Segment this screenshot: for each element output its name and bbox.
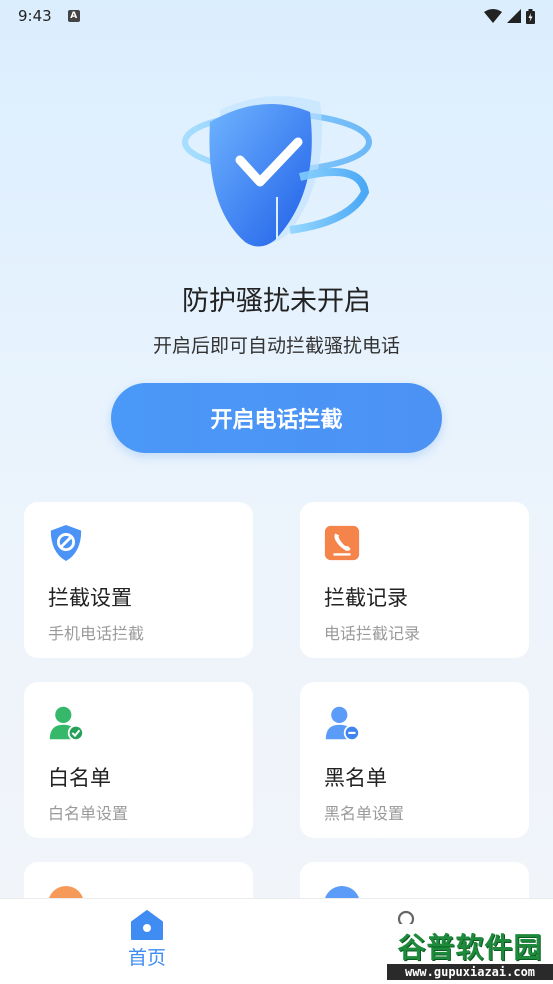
wifi-icon [484, 9, 502, 23]
card-blacklist[interactable]: 黑名单 黑名单设置 [300, 682, 529, 838]
nav-home[interactable]: 首页 [120, 909, 174, 970]
card-desc: 白名单设置 [48, 804, 129, 823]
phone-record-icon [324, 525, 360, 561]
card-whitelist[interactable]: 白名单 白名单设置 [24, 682, 253, 838]
card-block-settings[interactable]: 拦截设置 手机电话拦截 [24, 502, 253, 658]
shield-illustration [180, 82, 375, 257]
card-title: 白名单 [48, 766, 111, 790]
protection-status-title: 防护骚扰未开启 [182, 286, 371, 317]
watermark-url: www.gupuxiazai.com [387, 964, 553, 980]
card-block-records[interactable]: 拦截记录 电话拦截记录 [300, 502, 529, 658]
enable-call-blocking-button[interactable]: 开启电话拦截 [111, 383, 442, 453]
battery-icon [526, 8, 535, 24]
status-time: 9:43 [18, 7, 52, 25]
card-title: 拦截设置 [48, 586, 132, 610]
card-desc: 电话拦截记录 [324, 624, 421, 643]
status-icons [484, 8, 535, 24]
user-check-icon [49, 706, 84, 741]
protection-status-subtitle: 开启后即可自动拦截骚扰电话 [152, 335, 400, 357]
nav-home-label: 首页 [127, 947, 166, 969]
user-minus-icon [325, 706, 360, 741]
card-title: 黑名单 [324, 766, 387, 790]
card-title: 拦截记录 [324, 586, 408, 610]
status-bar: 9:43 A [0, 0, 553, 32]
signal-icon [507, 9, 521, 23]
home-icon [131, 910, 163, 940]
shield-block-icon [50, 524, 82, 562]
shield-check-icon [182, 96, 372, 247]
site-watermark: 谷普软件园 www.gupuxiazai.com [387, 924, 553, 984]
notification-badge-icon: A [67, 10, 80, 22]
card-desc: 黑名单设置 [324, 804, 405, 823]
card-desc: 手机电话拦截 [48, 624, 145, 643]
watermark-brand: 谷普软件园 [397, 931, 543, 964]
